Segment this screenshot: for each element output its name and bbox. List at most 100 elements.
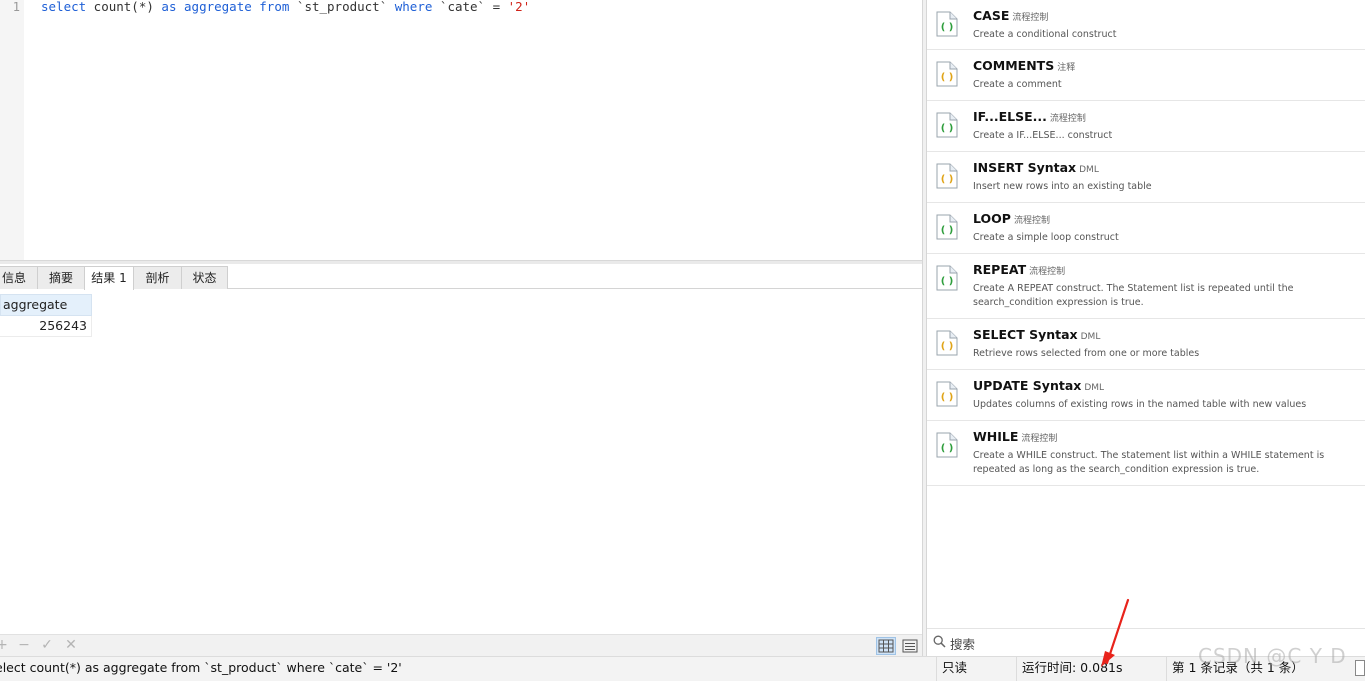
code-snippet-icon: ( ) <box>936 11 958 37</box>
result-tabs: 信息 摘要 结果 1 剖析 状态 <box>0 265 922 290</box>
status-sql-text: elect count(*) as aggregate from `st_pro… <box>0 660 402 675</box>
svg-text:( ): ( ) <box>941 443 954 454</box>
snippet-name: COMMENTS <box>973 58 1055 73</box>
snippet-name: INSERT Syntax <box>973 160 1077 175</box>
snippet-tag: 流程控制 <box>1013 216 1050 226</box>
sql-text: `cate` = <box>432 0 508 14</box>
code-snippet-icon: ( ) <box>936 265 958 291</box>
snippet-item-select[interactable]: ( ) SELECT Syntax DML Retrieve rows selec… <box>927 319 1365 370</box>
snippet-name: WHILE <box>973 429 1019 444</box>
status-runtime: 运行时间: 0.081s <box>1016 657 1166 681</box>
snippet-name: LOOP <box>973 211 1011 226</box>
status-record-count: 第 1 条记录（共 1 条） <box>1166 657 1356 681</box>
snippet-item-loop[interactable]: ( ) LOOP 流程控制 Create a simple loop constr… <box>927 203 1365 254</box>
line-number-gutter: 1 <box>0 0 24 260</box>
snippet-description: Create a simple loop construct <box>973 232 1119 243</box>
tab-info[interactable]: 信息 <box>0 266 38 289</box>
code-snippet-panel: ( ) CASE 流程控制 Create a conditional constr… <box>927 0 1365 628</box>
add-record-icon[interactable]: + <box>0 637 10 653</box>
snippet-tag: DML <box>1079 165 1099 175</box>
snippet-item-if-else[interactable]: ( ) IF...ELSE... 流程控制 Create a IF...ELSE.… <box>927 101 1365 152</box>
snippet-description: Create a comment <box>973 79 1062 90</box>
snippet-title: INSERT Syntax DML <box>973 160 1099 175</box>
snippet-item-while[interactable]: ( ) WHILE 流程控制 Create a WHILE construct. … <box>927 421 1365 486</box>
snippet-name: REPEAT <box>973 262 1027 277</box>
grid-toolbar: + − ✓ ✕ <box>0 634 922 656</box>
snippet-item-insert[interactable]: ( ) INSERT Syntax DML Insert new rows int… <box>927 152 1365 203</box>
sql-keyword: where <box>394 0 433 14</box>
snippet-title: WHILE 流程控制 <box>973 429 1057 444</box>
status-bar: elect count(*) as aggregate from `st_pro… <box>0 656 1365 681</box>
snippet-title: CASE 流程控制 <box>973 8 1048 23</box>
snippet-title: COMMENTS 注释 <box>973 58 1075 73</box>
snippet-item-repeat[interactable]: ( ) REPEAT 流程控制 Create A REPEAT construct… <box>927 254 1365 319</box>
svg-text:( ): ( ) <box>941 392 954 403</box>
grid-view-icon <box>878 639 894 653</box>
code-snippet-icon: ( ) <box>936 112 958 138</box>
search-icon <box>933 635 946 648</box>
snippet-description: Insert new rows into an existing table <box>973 181 1152 192</box>
snippet-name: SELECT Syntax <box>973 327 1078 342</box>
tab-profile[interactable]: 剖析 <box>133 266 182 289</box>
snippet-item-case[interactable]: ( ) CASE 流程控制 Create a conditional constr… <box>927 0 1365 50</box>
sql-keyword: from <box>259 0 290 14</box>
status-readonly: 只读 <box>936 657 1016 681</box>
snippet-description: Create A REPEAT construct. The Statement… <box>973 283 1294 308</box>
code-snippet-icon: ( ) <box>936 330 958 356</box>
form-view-icon <box>902 639 918 653</box>
sql-keyword: select <box>41 0 87 14</box>
form-view-button[interactable] <box>900 637 920 655</box>
sql-editor[interactable]: 1 select count(*) as aggregate from `st_… <box>0 0 922 260</box>
snippet-description: Updates columns of existing rows in the … <box>973 399 1307 410</box>
delete-record-icon[interactable]: − <box>16 637 32 653</box>
svg-text:( ): ( ) <box>941 22 954 33</box>
table-cell[interactable]: 256243 <box>0 316 92 337</box>
svg-text:( ): ( ) <box>941 225 954 236</box>
sql-keyword: aggregate <box>184 0 252 14</box>
svg-text:( ): ( ) <box>941 123 954 134</box>
snippet-item-update[interactable]: ( ) UPDATE Syntax DML Updates columns of … <box>927 370 1365 421</box>
sql-code-line[interactable]: select count(*) as aggregate from `st_pr… <box>41 0 530 14</box>
snippet-title: LOOP 流程控制 <box>973 211 1050 226</box>
code-snippet-icon: ( ) <box>936 381 958 407</box>
result-grid: aggregate 256243 <box>0 290 922 634</box>
search-placeholder: 搜索 <box>950 637 976 652</box>
snippet-tag: DML <box>1080 332 1101 342</box>
tab-result-1[interactable]: 结果 1 <box>84 266 134 290</box>
code-snippet-icon: ( ) <box>936 432 958 458</box>
column-header-aggregate[interactable]: aggregate <box>0 294 92 316</box>
sql-keyword: as <box>161 0 177 14</box>
snippet-item-comments[interactable]: ( ) COMMENTS 注释 Create a comment <box>927 50 1365 101</box>
sql-string: '2' <box>507 0 531 14</box>
line-number: 1 <box>12 0 20 14</box>
sql-text: count(*) <box>86 0 162 14</box>
snippet-tag: 流程控制 <box>1012 13 1049 23</box>
snippet-title: UPDATE Syntax DML <box>973 378 1104 393</box>
snippet-description: Create a conditional construct <box>973 29 1117 40</box>
discard-changes-icon[interactable]: ✕ <box>63 637 79 653</box>
tab-summary[interactable]: 摘要 <box>37 266 85 289</box>
snippet-tag: DML <box>1084 383 1105 393</box>
svg-text:( ): ( ) <box>941 276 954 287</box>
grid-view-button[interactable] <box>876 637 896 655</box>
panel-toggle-icon[interactable] <box>1355 660 1365 676</box>
snippet-tag: 注释 <box>1057 63 1076 73</box>
svg-text:( ): ( ) <box>941 72 954 83</box>
snippet-title: REPEAT 流程控制 <box>973 262 1065 277</box>
sql-text: `st_product` <box>289 0 395 14</box>
editor-splitter[interactable] <box>0 260 922 264</box>
snippet-description: Create a IF...ELSE... construct <box>973 130 1113 141</box>
snippet-description: Create a WHILE construct. The statement … <box>973 450 1325 475</box>
snippet-name: IF...ELSE... <box>973 109 1047 124</box>
code-snippet-icon: ( ) <box>936 163 958 189</box>
code-snippet-icon: ( ) <box>936 61 958 87</box>
snippet-name: CASE <box>973 8 1010 23</box>
snippet-description: Retrieve rows selected from one or more … <box>973 348 1200 359</box>
snippet-title: SELECT Syntax DML <box>973 327 1100 342</box>
snippet-search-box[interactable]: 搜索 <box>927 628 1365 656</box>
tab-status[interactable]: 状态 <box>181 266 228 289</box>
apply-changes-icon[interactable]: ✓ <box>39 637 55 653</box>
code-snippet-icon: ( ) <box>936 214 958 240</box>
svg-text:( ): ( ) <box>941 174 954 185</box>
